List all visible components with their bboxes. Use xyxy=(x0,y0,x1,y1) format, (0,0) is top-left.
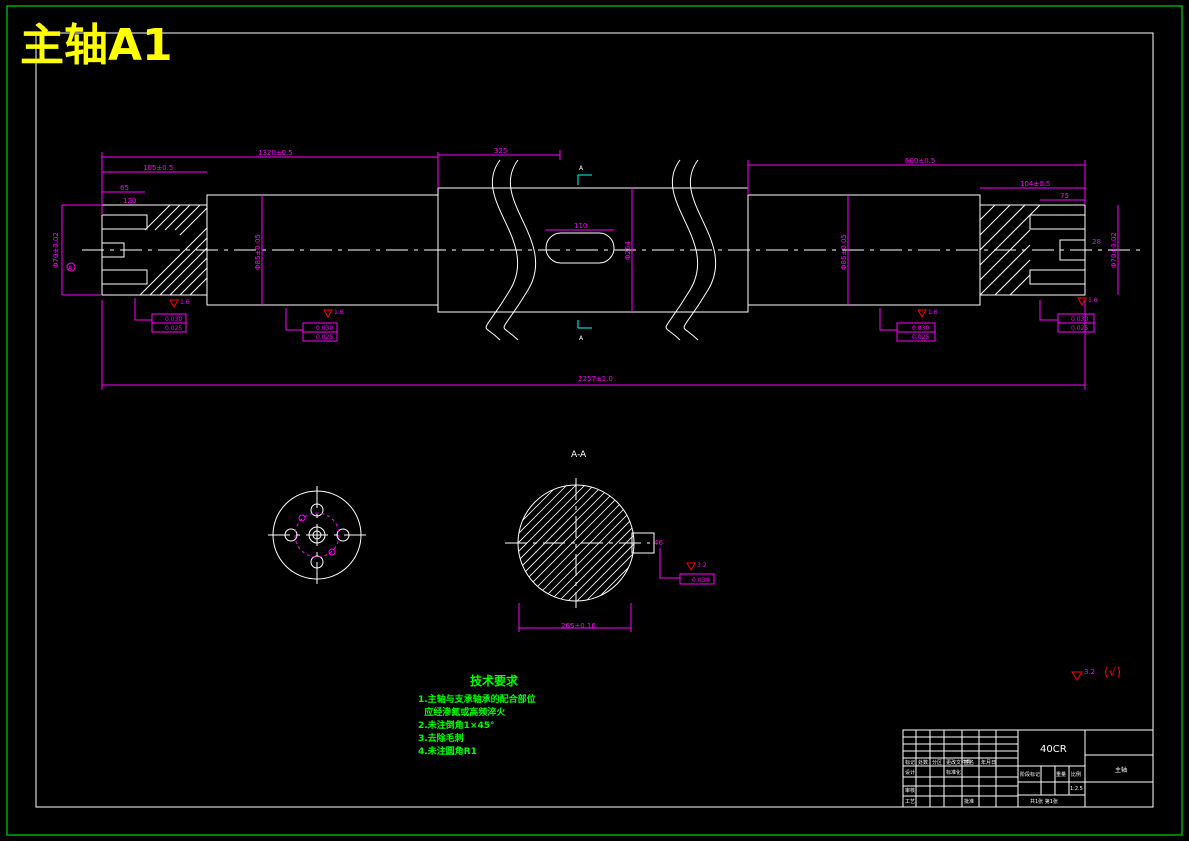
dim-left-diameter: Φ70±0.02 xyxy=(52,232,60,268)
outer-frame xyxy=(6,5,1183,836)
hatch-line xyxy=(582,485,634,601)
tol-right-1: 0.030 xyxy=(912,325,929,332)
tech-heading: 技术要求 xyxy=(470,673,519,688)
section-markers: A A xyxy=(577,165,592,342)
tb-r1-5: 年月日 xyxy=(981,759,996,766)
left-bore-bottom xyxy=(101,269,148,285)
title-block: 40CR 主轴 1:2.5 共1张 第1张 阶段标记 重量 比例 标记 处数 分… xyxy=(902,729,1154,808)
tb-r4-0: 工艺 xyxy=(905,799,915,805)
tb-r1-4: 签名 xyxy=(964,759,974,766)
tol-left-4: 0.025 xyxy=(316,334,333,341)
section-view: A-A xyxy=(376,450,655,632)
tb-sheet: 共1张 第1张 xyxy=(1030,798,1058,805)
tech-item-1: 1.主轴与支承轴承的配合部位 xyxy=(418,693,536,705)
roughness-symbols: 1.6 1.6 1.6 1.6 3.2 3.2 (√) xyxy=(169,297,1121,681)
tb-stage-1: 重量 xyxy=(1056,771,1066,778)
tol-right-4: 0.025 xyxy=(1071,325,1088,332)
dim-right-bore-dia: 28 xyxy=(1092,238,1101,246)
hatch-line xyxy=(518,485,562,601)
tol-left-1: 0.030 xyxy=(165,316,182,323)
ra-general-value: 3.2 xyxy=(1084,668,1095,676)
tol-right-3: 0.030 xyxy=(1071,316,1088,323)
right-end-hatch xyxy=(979,204,1041,296)
dim-section-width: 265±0.16 xyxy=(561,622,596,630)
keyway-slot xyxy=(545,232,615,264)
hatch-line xyxy=(518,485,553,601)
left-bore-top xyxy=(101,214,148,230)
inner-frame xyxy=(35,32,1154,808)
dim-keyway-depth: 46 xyxy=(654,539,663,547)
tb-part-name: 主轴 xyxy=(1115,766,1127,774)
tb-r2-1: 标准化 xyxy=(946,769,961,776)
ra-label-4: 1.6 xyxy=(1088,297,1098,304)
tb-r1-2: 分区 xyxy=(932,759,942,766)
tech-item-4: 3.去除毛刺 xyxy=(418,732,464,744)
tech-item-2: 应经渗氮或高频淬火 xyxy=(418,706,506,718)
dim-body-diameter: Φ264 xyxy=(624,241,632,260)
tb-r1-0: 标记 xyxy=(905,759,915,766)
tb-r4-1: 批准 xyxy=(964,798,974,805)
dim-keyway-length: 110 xyxy=(574,222,587,230)
dim-left-bearing: 1320±0.5 xyxy=(258,149,293,157)
title-block-grid xyxy=(903,730,1018,807)
shaft-main-view xyxy=(82,159,1142,341)
section-title: A-A xyxy=(571,450,587,460)
ra-label-2: 1.6 xyxy=(334,309,344,316)
ra-label-1: 1.6 xyxy=(180,299,190,306)
dim-left-bearing-dia: Φ85±0.05 xyxy=(254,234,262,270)
dim-left-small: 120 xyxy=(123,197,136,205)
tech-item-5: 4.未注圆角R1 xyxy=(418,745,477,757)
dimension-lines xyxy=(61,150,1119,390)
dim-left-bore-depth: 65 xyxy=(120,184,129,192)
dim-right-end-dia: Φ70±0.02 xyxy=(1110,232,1118,268)
tb-r1-1: 处数 xyxy=(918,759,928,766)
tb-stage-0: 阶段标记 xyxy=(1020,771,1040,778)
tb-material: 40CR xyxy=(1040,744,1067,755)
tol-section: 0.030 xyxy=(692,577,709,584)
tech-item-3: 2.未注倒角1×45° xyxy=(418,719,495,731)
left-end-section xyxy=(101,204,208,296)
section-marker-top: A xyxy=(579,165,584,172)
datum-symbol: A xyxy=(66,262,76,272)
right-bore-bottom xyxy=(1029,269,1086,285)
dim-right-bearing-dia: Φ85±0.05 xyxy=(840,234,848,270)
section-marker-bottom: A xyxy=(579,335,584,342)
tolerance-frames: 0.030 0.025 0.030 0.025 0.030 0.025 0.03… xyxy=(134,298,1095,585)
ra-label-3: 1.6 xyxy=(928,309,938,316)
ra-general-note: (√) xyxy=(1104,665,1121,679)
tol-left-2: 0.025 xyxy=(165,325,182,332)
end-view xyxy=(268,486,372,588)
right-bore-top xyxy=(1029,214,1086,230)
hatch-line xyxy=(376,473,516,613)
tol-left-3: 0.030 xyxy=(316,325,333,332)
tb-r3-0: 审核 xyxy=(905,787,915,794)
ra-label-5: 3.2 xyxy=(697,562,707,569)
tb-scale: 1:2.5 xyxy=(1070,786,1083,792)
dim-right-bearing: 600±0.5 xyxy=(905,157,935,165)
hatch-line xyxy=(518,485,526,601)
cad-drawing: 主轴A1 2257±1.0 1320±0.5 105±0.5 65 120 32… xyxy=(6,5,1183,836)
dim-center-section: 325 xyxy=(494,147,507,155)
dim-right-bore-depth: 75 xyxy=(1060,192,1069,200)
dim-left-shoulder: 105±0.5 xyxy=(143,164,173,172)
tb-r2-0: 设计 xyxy=(905,769,915,776)
dim-overall-length: 2257±1.0 xyxy=(578,375,613,383)
drawing-canvas: 主轴A1 2257±1.0 1320±0.5 105±0.5 65 120 32… xyxy=(0,0,1189,841)
drawing-title: 主轴A1 xyxy=(20,20,173,71)
tech-requirements: 技术要求 1.主轴与支承轴承的配合部位 应经渗氮或高频淬火 2.未注倒角1×45… xyxy=(418,673,536,757)
hatch-line xyxy=(546,485,634,601)
tb-stage-2: 比例 xyxy=(1071,771,1081,778)
tol-right-2: 0.025 xyxy=(912,334,929,341)
dim-right-shoulder: 104±0.5 xyxy=(1020,180,1050,188)
